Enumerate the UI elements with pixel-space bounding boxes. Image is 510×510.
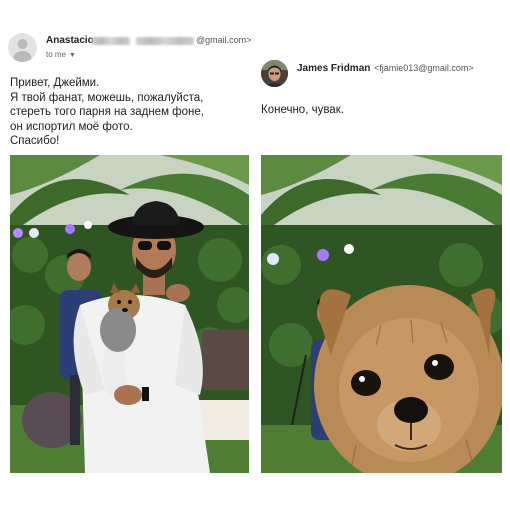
- message-line: Спасибо!: [10, 135, 60, 148]
- sender-email: @gmail.com>: [92, 35, 251, 45]
- redacted-email-blur: [135, 36, 194, 45]
- email-exchange-meme: Anastacio @gmail.com> to me ▼ Привет, Дже…: [0, 0, 510, 510]
- message-line: он испортил моё фото.: [10, 120, 133, 133]
- message-body-right: Конечно, чувак.: [261, 104, 344, 116]
- chevron-down-icon: ▼: [69, 52, 76, 59]
- james-avatar[interactable]: [261, 60, 288, 87]
- message-line: Я твой фанат, можешь, пожалуйста,: [10, 91, 204, 104]
- sender-avatar-icon[interactable]: [8, 33, 37, 62]
- james-email: <fjamie013@gmail.com>: [374, 63, 474, 73]
- recipient-label: to me: [46, 50, 67, 59]
- recipient-dropdown[interactable]: to me ▼: [46, 50, 76, 59]
- message-line: Привет, Джейми.: [10, 77, 100, 89]
- sender-name[interactable]: Anastacio: [46, 35, 94, 46]
- redacted-email-blur: [92, 36, 130, 45]
- yorkie-dog-face-closeup: [314, 285, 502, 473]
- james-name[interactable]: James Fridman: [297, 63, 370, 74]
- message-body-left: Привет, Джейми. Я твой фанат, можешь, по…: [10, 76, 204, 149]
- message-line: стереть того парня на заднем фоне,: [10, 106, 204, 119]
- edited-photo: [261, 155, 502, 473]
- original-photo: [10, 155, 249, 473]
- sender-email-domain: @gmail.com>: [196, 35, 252, 45]
